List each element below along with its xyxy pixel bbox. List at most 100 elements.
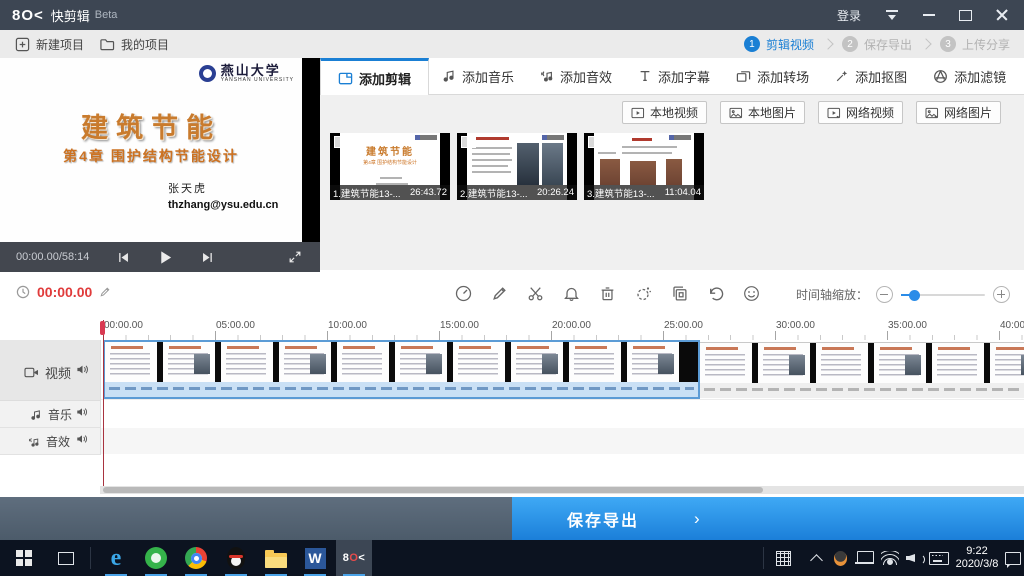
tray-device-button[interactable]	[852, 540, 878, 576]
speed-gauge-icon[interactable]	[455, 285, 472, 302]
taskbar-file-explorer[interactable]	[256, 540, 296, 576]
timeline-frame-thumb	[221, 342, 273, 382]
zoom-out-button[interactable]	[876, 286, 893, 303]
step-save-export[interactable]: 2 保存导出	[842, 36, 912, 53]
taskbar-qq[interactable]	[216, 540, 256, 576]
web-video-icon	[827, 107, 841, 119]
fullscreen-button[interactable]	[288, 250, 302, 264]
scrollbar-thumb[interactable]	[103, 487, 763, 493]
tray-volume-button[interactable]	[902, 540, 926, 576]
music-note-icon	[442, 69, 456, 83]
action-center-button[interactable]	[1002, 540, 1024, 576]
tray-qq-button[interactable]	[828, 540, 852, 576]
close-button[interactable]	[996, 9, 1008, 21]
tab-label: 添加剪辑	[359, 69, 411, 88]
new-project-label: 新建项目	[36, 36, 84, 53]
track-label-video: 视频	[24, 363, 71, 382]
login-button[interactable]: 登录	[837, 7, 861, 24]
tab-add-subtitle[interactable]: 添加字幕	[625, 58, 723, 94]
tab-add-music[interactable]: 添加音乐	[429, 58, 527, 94]
tab-label: 添加抠图	[855, 67, 907, 86]
filter-icon	[933, 69, 948, 84]
taskbar-kuaijianji-active[interactable]: 8O<	[336, 540, 372, 576]
magic-wand-icon	[835, 69, 849, 83]
tray-clock[interactable]: 9:22 2020/3/8	[952, 540, 1002, 576]
media-item-3[interactable]: 3.建筑节能13-... 11:04.04	[584, 133, 704, 200]
local-video-button[interactable]: 本地视频	[622, 101, 707, 124]
tray-app-button[interactable]	[768, 540, 798, 576]
step-edit-video[interactable]: 1 剪辑视频	[744, 36, 814, 53]
tray-expand-button[interactable]	[804, 540, 828, 576]
taskbar-360-browser[interactable]	[136, 540, 176, 576]
media-name: 1.建筑节能13-...	[333, 186, 401, 200]
tab-add-keying[interactable]: 添加抠图	[822, 58, 920, 94]
tab-add-sound-effect[interactable]: 添加音效	[527, 58, 625, 94]
track-headers: 视频 音乐 音效	[0, 340, 101, 455]
bell-icon[interactable]	[563, 285, 580, 302]
timeline-clip-1-selected[interactable]	[103, 340, 700, 399]
minimize-button[interactable]	[923, 14, 935, 16]
trash-icon[interactable]	[599, 285, 616, 302]
pencil-icon[interactable]	[491, 285, 508, 302]
smiley-icon[interactable]	[743, 285, 760, 302]
local-image-button[interactable]: 本地图片	[720, 101, 805, 124]
ruler-tick-label: 30:00.00	[776, 320, 815, 331]
my-projects-label: 我的项目	[121, 36, 169, 53]
timeline-clip-2[interactable]	[700, 342, 1024, 398]
playhead[interactable]	[103, 320, 104, 486]
task-view-button[interactable]	[46, 540, 86, 576]
mini-logo	[415, 135, 437, 140]
start-button[interactable]	[4, 540, 44, 576]
windows-taskbar: e W 8O<	[0, 540, 1024, 576]
skin-menu-icon[interactable]	[885, 9, 899, 21]
taskbar-edge[interactable]: e	[96, 540, 136, 576]
slider-knob[interactable]	[909, 290, 920, 301]
previous-frame-button[interactable]	[117, 251, 130, 264]
playhead-grip[interactable]	[100, 321, 105, 335]
slide-author: 张天虎	[168, 180, 207, 196]
timeline-scrollbar[interactable]	[100, 486, 1024, 494]
tray-network-button[interactable]	[878, 540, 902, 576]
timeline-ruler[interactable]: 00:00.00 05:00.00 10:00.00 15:00.00 20:0…	[0, 316, 1024, 340]
local-video-icon	[631, 107, 645, 119]
button-label: 网络视频	[846, 104, 894, 121]
taskbar-chrome[interactable]	[176, 540, 216, 576]
play-button[interactable]	[158, 250, 173, 265]
tab-add-transition[interactable]: 添加转场	[723, 58, 822, 94]
timeline-frame-thumb	[337, 342, 389, 382]
speaker-icon	[76, 363, 89, 376]
new-project-button[interactable]: 新建项目	[15, 36, 84, 53]
media-item-1[interactable]: 建筑节能 第4章 围护结构节能设计 1.建筑节能13-... 26:43.72	[330, 133, 450, 200]
maximize-button[interactable]	[959, 10, 972, 21]
zoom-in-button[interactable]	[993, 286, 1010, 303]
taskbar-word[interactable]: W	[296, 540, 334, 576]
web-video-button[interactable]: 网络视频	[818, 101, 903, 124]
step-upload-share[interactable]: 3 上传分享	[940, 36, 1010, 53]
timeline-frame-thumb	[758, 343, 810, 383]
current-time: 00:00.00	[37, 284, 92, 300]
speaker-icon	[76, 433, 88, 445]
edit-time-icon[interactable]	[99, 286, 111, 298]
mute-video-button[interactable]	[76, 363, 89, 376]
video-preview: 燕山大学 YANSHAN UNIVERSITY 建筑节能 第4章 围护结构节能设…	[0, 58, 320, 242]
decor	[380, 177, 402, 179]
zoom-slider[interactable]	[901, 287, 985, 302]
scissors-icon[interactable]	[527, 285, 544, 302]
web-image-button[interactable]: 网络图片	[916, 101, 1001, 124]
next-frame-button[interactable]	[201, 251, 214, 264]
media-item-2[interactable]: 2.建筑节能13-... 20:26.24	[457, 133, 577, 200]
tab-add-clip[interactable]: 添加剪辑	[320, 58, 429, 95]
tray-keyboard-button[interactable]	[926, 540, 952, 576]
denoise-icon[interactable]	[635, 285, 652, 302]
undo-icon[interactable]	[707, 285, 724, 302]
ruler-tick-label: 25:00.00	[664, 320, 703, 331]
chevron-right-icon	[822, 38, 833, 49]
speaker-icon	[76, 406, 88, 418]
word-icon: W	[305, 548, 326, 569]
mute-sfx-button[interactable]	[76, 433, 88, 445]
copy-icon[interactable]	[671, 285, 688, 302]
my-projects-button[interactable]: 我的项目	[99, 36, 169, 53]
tab-add-filter[interactable]: 添加滤镜	[920, 58, 1019, 94]
save-export-button[interactable]: 保存导出 ›	[512, 497, 1024, 540]
mute-music-button[interactable]	[76, 406, 88, 418]
